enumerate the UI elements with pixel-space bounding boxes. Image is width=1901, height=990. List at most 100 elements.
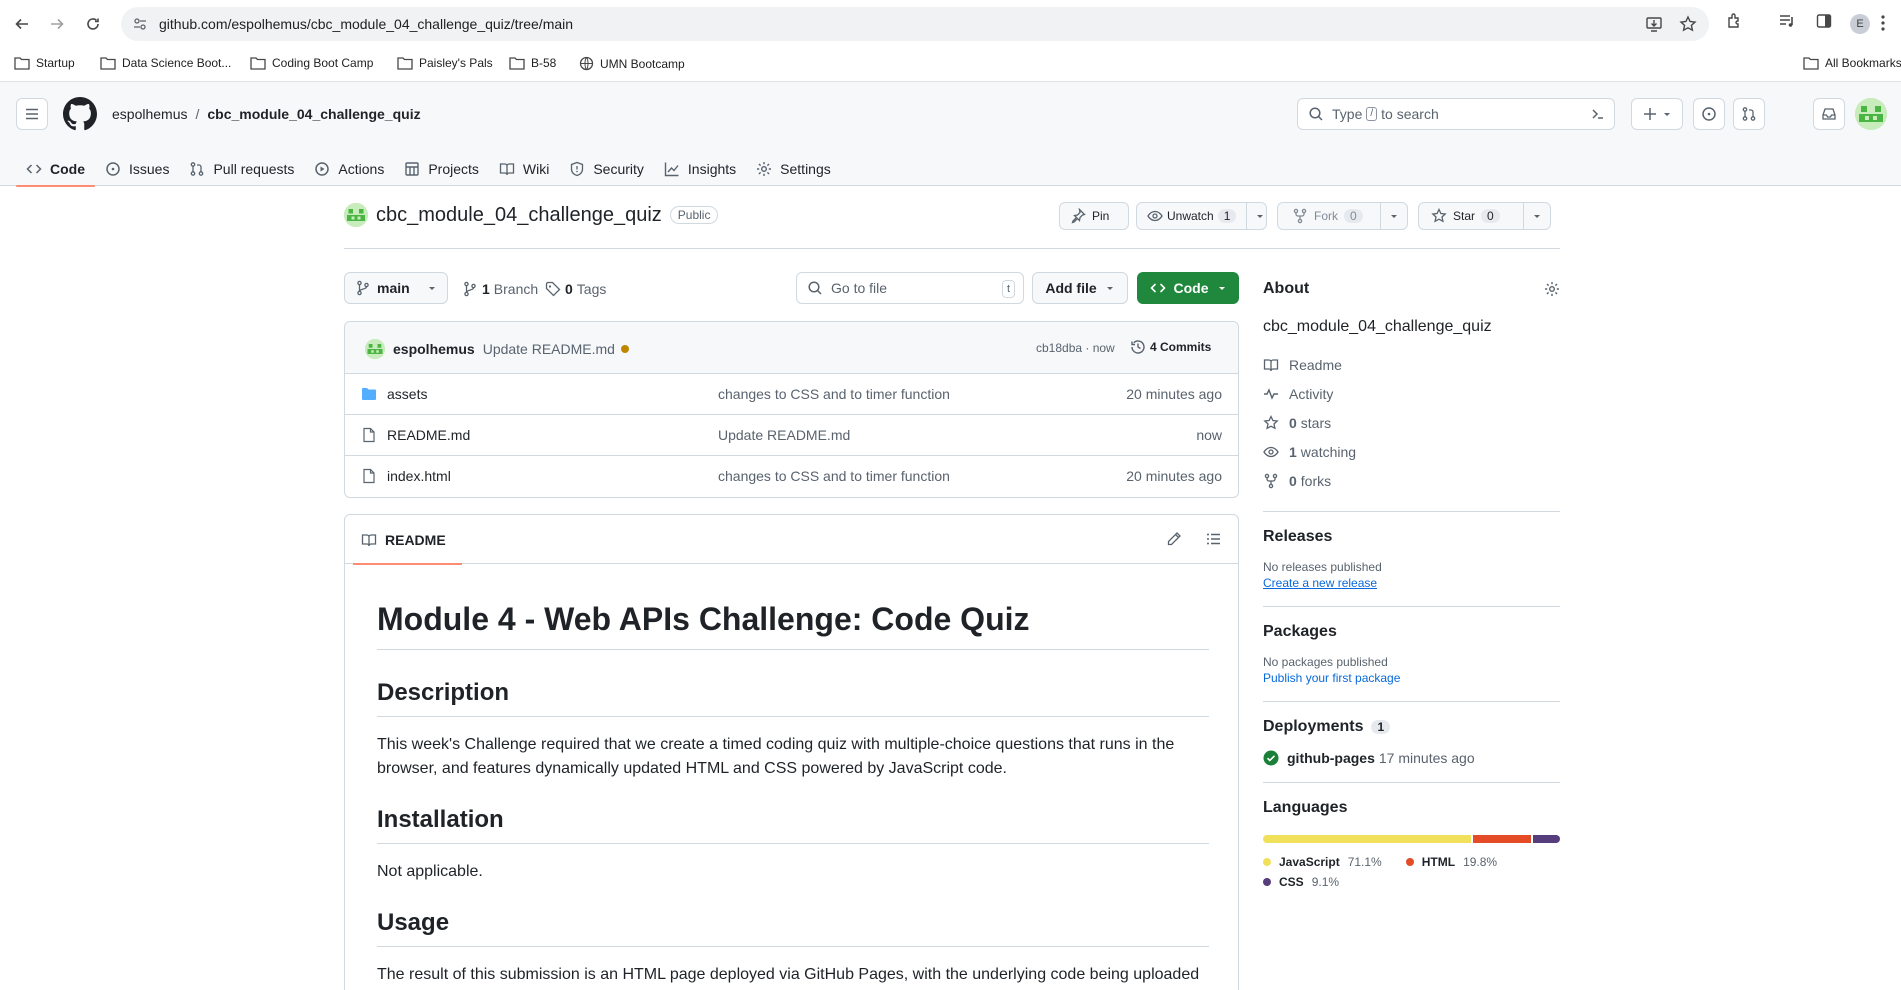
tab-pull-requests[interactable]: Pull requests: [179, 152, 304, 186]
activity-link[interactable]: Activity: [1263, 379, 1560, 408]
file-name[interactable]: index.html: [387, 468, 451, 484]
bookmark-startup[interactable]: Startup: [14, 56, 75, 70]
tab-code[interactable]: Code: [16, 152, 95, 187]
issues-button[interactable]: [1693, 98, 1725, 130]
add-file-button[interactable]: Add file: [1032, 272, 1128, 304]
bookmark-data-science[interactable]: Data Science Boot...: [100, 56, 231, 70]
bookmark-label: Paisley's Pals: [419, 56, 493, 70]
repo-name[interactable]: cbc_module_04_challenge_quiz: [376, 204, 662, 227]
tags-link[interactable]: 0 Tags: [545, 281, 606, 297]
file-name[interactable]: assets: [387, 386, 427, 402]
install-app-icon[interactable]: [1645, 15, 1663, 33]
language-css[interactable]: CSS 9.1%: [1263, 875, 1339, 889]
branches-label: Branch: [493, 281, 539, 297]
tab-actions[interactable]: Actions: [304, 152, 394, 186]
all-bookmarks[interactable]: All Bookmarks: [1803, 56, 1901, 70]
author-avatar[interactable]: [365, 339, 385, 359]
code-button[interactable]: Code: [1137, 272, 1239, 304]
branches-link[interactable]: 1 Branch: [462, 281, 538, 297]
tab-label: Code: [50, 161, 85, 177]
forward-arrow-icon[interactable]: [45, 12, 69, 36]
tab-security[interactable]: Security: [559, 152, 654, 186]
hamburger-menu-button[interactable]: [16, 98, 48, 130]
fork-icon: [1264, 473, 1278, 488]
create-new-button[interactable]: [1631, 98, 1683, 130]
file-commit-message[interactable]: Update README.md: [718, 427, 850, 443]
forks-link[interactable]: 0 forks: [1263, 466, 1560, 495]
commit-sha-time[interactable]: cb18dba · now: [1036, 341, 1115, 355]
tab-settings[interactable]: Settings: [746, 152, 841, 186]
bookmark-label: B-58: [531, 56, 557, 70]
commit-message[interactable]: Update README.md: [483, 341, 615, 357]
pin-button[interactable]: Pin: [1059, 202, 1129, 230]
file-row[interactable]: index.html changes to CSS and to timer f…: [345, 456, 1238, 497]
reload-icon[interactable]: [81, 12, 105, 36]
commit-author-name[interactable]: espolhemus: [393, 341, 475, 357]
file-commit-message[interactable]: changes to CSS and to timer function: [718, 386, 950, 402]
user-avatar[interactable]: [1855, 98, 1887, 130]
deployment-item[interactable]: github-pages 17 minutes ago: [1263, 750, 1560, 766]
bookmark-b58[interactable]: B-58: [509, 56, 556, 70]
go-to-file-input[interactable]: Go to file t: [796, 272, 1024, 304]
command-palette-icon[interactable]: [1590, 106, 1606, 122]
create-release-link[interactable]: Create a new release: [1263, 576, 1377, 590]
url-text[interactable]: github.com/espolhemus/cbc_module_04_chal…: [159, 16, 573, 32]
github-logo-icon[interactable]: [63, 97, 97, 131]
profile-avatar[interactable]: E: [1850, 14, 1870, 34]
chevron-down-icon[interactable]: [1523, 203, 1550, 229]
bookmark-umn-bootcamp[interactable]: UMN Bootcamp: [579, 56, 685, 71]
unwatch-button[interactable]: Unwatch 1: [1136, 202, 1267, 230]
chevron-down-icon[interactable]: [1246, 203, 1273, 229]
file-commit-message[interactable]: changes to CSS and to timer function: [718, 468, 950, 484]
gear-icon[interactable]: [1544, 281, 1560, 297]
pencil-icon[interactable]: [1166, 531, 1182, 547]
readme-tab[interactable]: README: [353, 515, 462, 565]
chevron-down-icon[interactable]: [1380, 203, 1407, 229]
tab-wiki[interactable]: Wiki: [489, 152, 559, 186]
language-bar-segment: [1533, 835, 1560, 843]
deployments-heading[interactable]: Deployments: [1263, 718, 1363, 736]
language-html[interactable]: HTML 19.8%: [1405, 855, 1497, 869]
pull-requests-button[interactable]: [1733, 98, 1765, 130]
more-options-icon[interactable]: [1880, 14, 1886, 32]
commits-link[interactable]: 4 Commits: [1130, 339, 1211, 355]
extensions-icon[interactable]: [1726, 12, 1744, 30]
status-dot[interactable]: [621, 345, 629, 353]
tab-insights[interactable]: Insights: [654, 152, 746, 186]
inbox-button[interactable]: [1813, 98, 1845, 130]
bookmark-paisleys-pals[interactable]: Paisley's Pals: [397, 56, 493, 70]
outline-list-icon[interactable]: [1206, 531, 1222, 547]
file-row[interactable]: README.md Update README.md now: [345, 415, 1238, 456]
tab-label: Projects: [428, 161, 479, 177]
readme-link[interactable]: Readme: [1263, 350, 1560, 379]
tab-issues[interactable]: Issues: [95, 152, 179, 186]
breadcrumb: espolhemus / cbc_module_04_challenge_qui…: [112, 106, 421, 122]
deployment-env[interactable]: github-pages: [1287, 750, 1375, 766]
file-name[interactable]: README.md: [387, 427, 470, 443]
owner-avatar[interactable]: [344, 203, 368, 227]
language-javascript[interactable]: JavaScript 71.1%: [1263, 855, 1382, 869]
publish-package-link[interactable]: Publish your first package: [1263, 671, 1400, 685]
media-control-icon[interactable]: [1778, 12, 1796, 30]
star-button[interactable]: Star 0: [1418, 202, 1551, 230]
packages-heading[interactable]: Packages: [1263, 623, 1560, 641]
bookmark-coding-boot-camp[interactable]: Coding Boot Camp: [250, 56, 373, 70]
tab-projects[interactable]: Projects: [394, 152, 489, 186]
search-input[interactable]: Type / to search: [1297, 98, 1615, 130]
address-bar[interactable]: github.com/espolhemus/cbc_module_04_chal…: [121, 7, 1709, 41]
back-arrow-icon[interactable]: [10, 12, 34, 36]
side-panel-icon[interactable]: [1815, 12, 1833, 30]
branch-selector[interactable]: main: [344, 272, 448, 304]
breadcrumb-repo-link[interactable]: cbc_module_04_challenge_quiz: [207, 106, 420, 122]
fork-button[interactable]: Fork 0: [1277, 202, 1408, 230]
tab-label: Actions: [338, 161, 385, 177]
watching-link[interactable]: 1 watching: [1263, 437, 1560, 466]
bookmark-star-icon[interactable]: [1679, 15, 1697, 33]
file-row[interactable]: assets changes to CSS and to timer funct…: [345, 374, 1238, 415]
stars-link[interactable]: 0 stars: [1263, 408, 1560, 437]
breadcrumb-owner-link[interactable]: espolhemus: [112, 106, 188, 122]
folder-icon: [509, 57, 525, 70]
site-settings-icon[interactable]: [133, 17, 147, 31]
code-icon: [1149, 283, 1166, 293]
releases-heading[interactable]: Releases: [1263, 528, 1560, 546]
